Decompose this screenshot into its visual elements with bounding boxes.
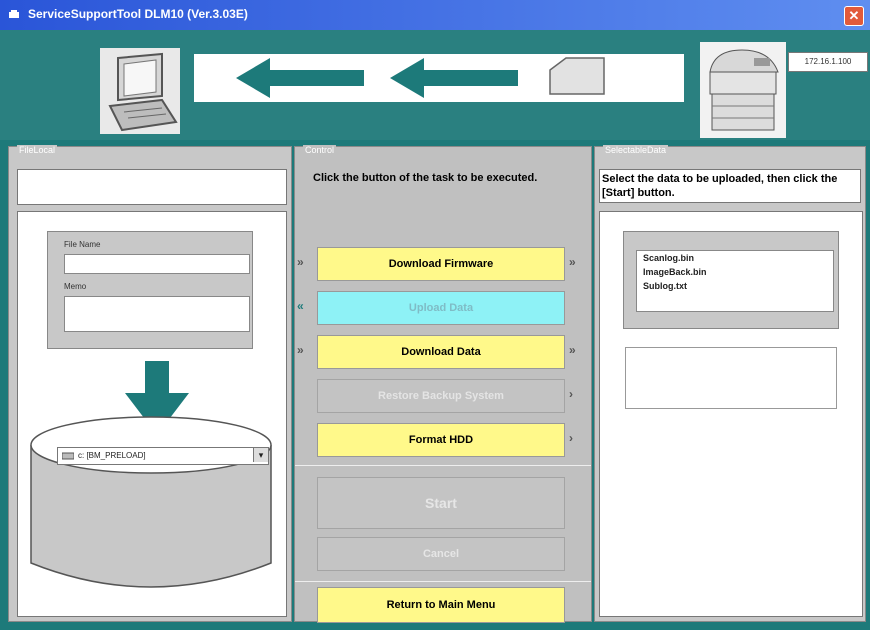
- file-name-label: File Name: [64, 240, 101, 249]
- memo-input[interactable]: [64, 296, 250, 332]
- file-name-input[interactable]: [64, 254, 250, 274]
- selectable-data-group-title: SelectableData: [603, 145, 669, 155]
- window-title: ServiceSupportTool DLM10 (Ver.3.03E): [28, 7, 248, 21]
- separator: [295, 581, 591, 582]
- ip-address-field: 172.16.1.100: [788, 52, 868, 72]
- drive-icon: [62, 452, 74, 460]
- download-data-button[interactable]: Download Data: [317, 335, 565, 369]
- restore-backup-system-button[interactable]: Restore Backup System: [317, 379, 565, 413]
- drive-select[interactable]: c: [BM_PRELOAD] ▾: [57, 447, 269, 465]
- title-bar: ServiceSupportTool DLM10 (Ver.3.03E) ✕: [0, 0, 870, 30]
- selected-data-list[interactable]: [625, 347, 837, 409]
- control-instruction: Click the button of the task to be execu…: [313, 172, 538, 184]
- file-local-group-title: FileLocal: [17, 145, 58, 155]
- close-button[interactable]: ✕: [844, 6, 864, 26]
- application-window: ServiceSupportTool DLM10 (Ver.3.03E) ✕ 1…: [0, 0, 870, 630]
- double-chevron-right-icon: »: [297, 343, 304, 357]
- data-card-icon: [549, 57, 605, 95]
- transfer-arrows: [194, 54, 684, 102]
- double-chevron-right-icon: »: [569, 343, 576, 357]
- control-panel: Control Click the button of the task to …: [294, 145, 592, 623]
- selectable-data-panel: SelectableData Select the data to be upl…: [594, 145, 866, 622]
- download-firmware-button[interactable]: Download Firmware: [317, 247, 565, 281]
- chevron-right-icon: ›: [569, 387, 573, 401]
- list-item[interactable]: ImageBack.bin: [637, 265, 833, 279]
- selectable-data-instruction: Select the data to be uploaded, then cli…: [599, 169, 861, 203]
- data-file-list[interactable]: Scanlog.bin ImageBack.bin Sublog.txt: [636, 250, 834, 312]
- data-file-card: Scanlog.bin ImageBack.bin Sublog.txt: [623, 231, 839, 329]
- return-to-main-menu-button[interactable]: Return to Main Menu: [317, 587, 565, 623]
- file-info-card: File Name Memo: [47, 231, 253, 349]
- memo-label: Memo: [64, 282, 87, 291]
- list-item[interactable]: Sublog.txt: [637, 279, 833, 293]
- file-local-panel: FileLocal File Name Memo c: [BM_PRELOAD]…: [8, 145, 292, 622]
- upload-data-button[interactable]: Upload Data: [317, 291, 565, 325]
- chevron-right-icon: ›: [569, 431, 573, 445]
- printer-icon: [700, 42, 786, 138]
- drive-select-value: c: [BM_PRELOAD]: [78, 451, 146, 460]
- list-item[interactable]: Scanlog.bin: [637, 251, 833, 265]
- double-chevron-right-icon: »: [569, 255, 576, 269]
- app-icon: [9, 10, 19, 18]
- laptop-icon: [100, 48, 180, 134]
- local-path-field[interactable]: [17, 169, 287, 205]
- start-button[interactable]: Start: [317, 477, 565, 529]
- double-chevron-right-icon: »: [297, 255, 304, 269]
- separator: [295, 465, 591, 466]
- cancel-button[interactable]: Cancel: [317, 537, 565, 571]
- control-group-title: Control: [303, 145, 337, 155]
- chevron-down-icon[interactable]: ▾: [253, 448, 268, 462]
- drive-cylinder-icon: [30, 416, 272, 588]
- format-hdd-button[interactable]: Format HDD: [317, 423, 565, 457]
- double-chevron-left-icon: «: [297, 299, 304, 313]
